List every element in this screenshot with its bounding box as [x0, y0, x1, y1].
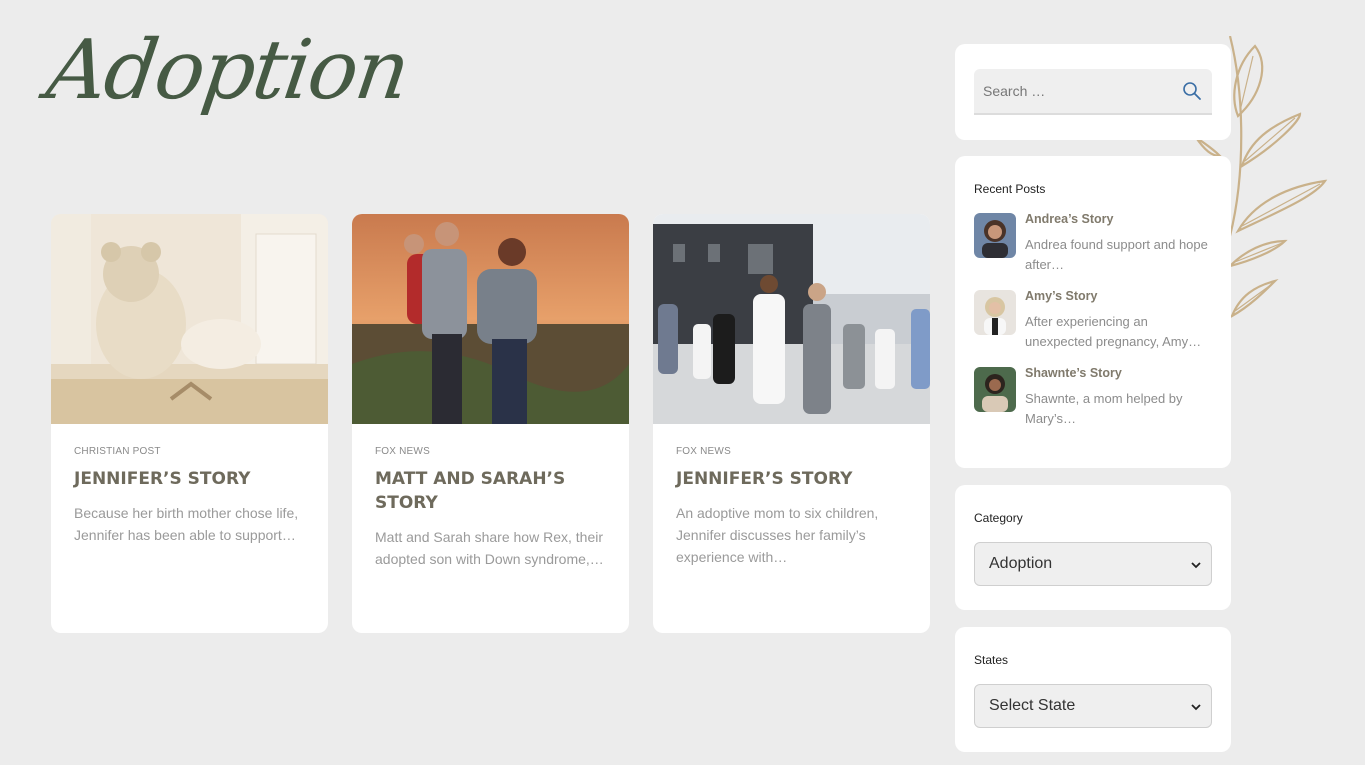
- card-excerpt: Because her birth mother chose life, Jen…: [74, 505, 299, 543]
- avatar[interactable]: [974, 367, 1016, 412]
- card-excerpt: Matt and Sarah share how Rex, their adop…: [375, 529, 604, 567]
- family-sunset-photo[interactable]: [352, 214, 629, 424]
- widget-title: States: [974, 653, 1009, 667]
- post-card[interactable]: FOX NEWS MATT AND SARAH’S STORY Matt and…: [352, 214, 629, 633]
- page: Adoption CHRISTIAN POST JENNIFER’S STORY: [0, 0, 1365, 765]
- search-input[interactable]: [974, 69, 1174, 113]
- post-card[interactable]: FOX NEWS JENNIFER’S STORY An adoptive mo…: [653, 214, 930, 633]
- recent-post-excerpt: After experiencing an unexpected pregnan…: [1025, 314, 1202, 349]
- post-card[interactable]: CHRISTIAN POST JENNIFER’S STORY Because …: [51, 214, 328, 633]
- states-select[interactable]: Select State: [974, 684, 1212, 728]
- select-value: Select State: [989, 697, 1076, 714]
- recent-post-title[interactable]: Shawnte’s Story: [1025, 366, 1122, 380]
- card-source: CHRISTIAN POST: [74, 446, 161, 457]
- select-value: Adoption: [989, 555, 1053, 572]
- card-excerpt: An adoptive mom to six children, Jennife…: [676, 505, 879, 565]
- recent-post-title[interactable]: Amy’s Story: [1025, 289, 1097, 303]
- widget-title: Category: [974, 511, 1023, 525]
- page-title: Adoption: [41, 23, 414, 118]
- widget-title: Recent Posts: [974, 182, 1046, 196]
- search-widget: [955, 44, 1231, 140]
- card-source: FOX NEWS: [676, 446, 731, 457]
- recent-post-item[interactable]: Andrea’s Story Andrea found support and …: [974, 212, 1214, 279]
- card-title[interactable]: JENNIFER’S STORY: [74, 467, 305, 491]
- card-source: FOX NEWS: [375, 446, 430, 457]
- chevron-down-icon: [1191, 562, 1201, 569]
- recent-post-excerpt: Shawnte, a mom helped by Mary’s…: [1025, 391, 1183, 426]
- search-field[interactable]: [974, 69, 1212, 115]
- recent-post-title[interactable]: Andrea’s Story: [1025, 212, 1113, 226]
- card-title[interactable]: MATT AND SARAH’S STORY: [375, 467, 606, 515]
- avatar[interactable]: [974, 213, 1016, 258]
- avatar[interactable]: [974, 290, 1016, 335]
- teddy-bear-photo[interactable]: [51, 214, 328, 424]
- states-widget: States Select State: [955, 627, 1231, 752]
- chevron-down-icon: [1191, 704, 1201, 711]
- recent-post-excerpt: Andrea found support and hope after…: [1025, 237, 1208, 272]
- recent-post-item[interactable]: Amy’s Story After experiencing an unexpe…: [974, 289, 1214, 356]
- category-select[interactable]: Adoption: [974, 542, 1212, 586]
- search-icon[interactable]: [1182, 81, 1202, 101]
- category-widget: Category Adoption: [955, 485, 1231, 610]
- card-title[interactable]: JENNIFER’S STORY: [676, 467, 907, 491]
- recent-post-item[interactable]: Shawnte’s Story Shawnte, a mom helped by…: [974, 366, 1214, 433]
- family-walking-photo[interactable]: [653, 214, 930, 424]
- recent-posts-widget: Recent Posts Andrea’s Story Andrea found…: [955, 156, 1231, 468]
